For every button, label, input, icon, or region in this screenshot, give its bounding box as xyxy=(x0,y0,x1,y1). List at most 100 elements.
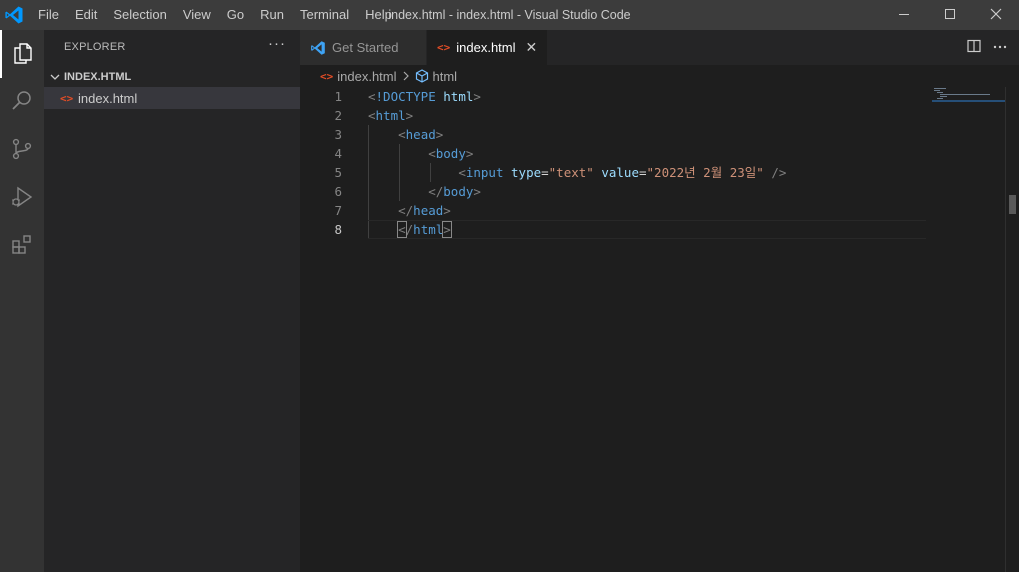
vscode-logo-icon xyxy=(4,5,24,25)
token-punctuation: < xyxy=(458,165,466,180)
menu-bar: File Edit Selection View Go Run Terminal… xyxy=(30,0,400,30)
maximize-icon xyxy=(944,8,956,23)
indent-guide xyxy=(399,163,400,182)
code-line-1: <!DOCTYPE html> xyxy=(368,87,926,106)
token-tag: html xyxy=(413,222,444,237)
current-line-number: 8 xyxy=(334,222,342,237)
token-punctuation: > xyxy=(473,89,481,104)
explorer-icon xyxy=(11,41,35,68)
tab-close-icon[interactable]: ✕ xyxy=(526,39,538,56)
indent-guide xyxy=(368,125,369,144)
maximize-button[interactable] xyxy=(927,0,973,30)
minimap[interactable] xyxy=(932,87,1006,572)
token-tag: body xyxy=(435,146,466,161)
token-punctuation: > xyxy=(405,108,414,123)
split-editor-icon[interactable] xyxy=(967,39,981,56)
vertical-scrollbar[interactable] xyxy=(1005,87,1019,572)
tab-index-html[interactable]: <> index.html ✕ xyxy=(427,30,547,65)
code-editor[interactable]: 1 2 3 4 5 6 7 8 <!DOCTYPE html> <html> <… xyxy=(300,87,1019,572)
tab-label: index.html xyxy=(456,40,516,55)
token-punctuation: > xyxy=(473,184,481,199)
line-number: 7 xyxy=(334,203,342,218)
line-number: 5 xyxy=(334,165,342,180)
search-icon xyxy=(10,89,34,116)
token-punctuation: < xyxy=(368,89,376,104)
code-area[interactable]: <!DOCTYPE html> <html> <head> <body> <in… xyxy=(368,87,926,239)
token-punctuation: </ xyxy=(398,203,414,218)
token-punctuation: < xyxy=(368,108,376,123)
token-tag: html xyxy=(375,108,406,123)
activity-run-debug[interactable] xyxy=(0,174,44,222)
bracket-match-highlight: < xyxy=(397,221,407,238)
token-tag: head xyxy=(405,127,436,142)
activity-search[interactable] xyxy=(0,78,44,126)
menu-help[interactable]: Help xyxy=(357,0,400,30)
menu-file[interactable]: File xyxy=(30,0,67,30)
menu-selection[interactable]: Selection xyxy=(105,0,174,30)
source-control-icon xyxy=(10,137,34,164)
token-punctuation: > xyxy=(443,203,451,218)
activity-source-control[interactable] xyxy=(0,126,44,174)
window-controls xyxy=(881,0,1019,30)
code-line-4: <body> xyxy=(368,144,926,163)
indent-guide xyxy=(368,144,369,163)
code-line-5: <input type="text" value="2022년 2월 23일" … xyxy=(368,163,926,182)
code-line-3: <head> xyxy=(368,125,926,144)
breadcrumb: <> index.html html xyxy=(300,65,1019,87)
menu-edit[interactable]: Edit xyxy=(67,0,105,30)
more-actions-icon[interactable] xyxy=(993,39,1007,56)
menu-terminal[interactable]: Terminal xyxy=(292,0,357,30)
tab-label: Get Started xyxy=(332,40,399,55)
line-number: 6 xyxy=(334,184,342,199)
html-file-icon: <> xyxy=(320,69,334,83)
code-line-6: </body> xyxy=(368,182,926,201)
menu-go[interactable]: Go xyxy=(219,0,252,30)
menu-run[interactable]: Run xyxy=(252,0,292,30)
folder-index-html[interactable]: INDEX.HTML xyxy=(44,66,300,88)
extensions-icon xyxy=(10,233,34,260)
minimize-button[interactable] xyxy=(881,0,927,30)
html-file-icon: <> xyxy=(437,41,451,54)
token-tag: input xyxy=(465,165,504,180)
chevron-down-icon xyxy=(48,70,62,84)
token-punctuation: /> xyxy=(771,165,787,180)
token-equals: = xyxy=(541,165,549,180)
explorer-title: EXPLORER xyxy=(64,41,126,53)
indent-guide xyxy=(368,201,369,220)
token-punctuation: > xyxy=(435,127,444,142)
file-item-index-html[interactable]: <> index.html xyxy=(44,87,300,109)
minimize-icon xyxy=(898,8,910,23)
line-number-gutter: 1 2 3 4 5 6 7 8 xyxy=(300,87,342,239)
tab-get-started[interactable]: Get Started xyxy=(300,30,426,65)
breadcrumb-file[interactable]: index.html xyxy=(337,69,396,84)
editor-tab-bar: Get Started <> index.html ✕ xyxy=(300,30,1019,65)
close-window-button[interactable] xyxy=(973,0,1019,30)
breadcrumb-symbol[interactable]: html xyxy=(433,69,458,84)
more-actions-icon[interactable]: ··· xyxy=(268,35,286,52)
activity-explorer[interactable] xyxy=(0,30,44,78)
token-punctuation: </ xyxy=(428,184,444,199)
indent-guide xyxy=(368,163,369,182)
menu-view[interactable]: View xyxy=(175,0,219,30)
indent-guide xyxy=(430,163,431,182)
token-punctuation: > xyxy=(465,146,474,161)
token-string: "2022년 2월 23일" xyxy=(646,165,764,180)
explorer-sidebar: EXPLORER ··· INDEX.HTML <> index.html xyxy=(44,30,300,572)
html-file-icon: <> xyxy=(60,91,74,105)
line-number: 4 xyxy=(334,146,342,161)
title-bar: File Edit Selection View Go Run Terminal… xyxy=(0,0,1019,30)
vscode-logo-icon xyxy=(310,40,326,56)
scrollbar-thumb[interactable] xyxy=(1009,195,1016,214)
close-icon xyxy=(990,8,1002,23)
token-tag: head xyxy=(413,203,444,218)
token-doctype: !DOCTYPE xyxy=(375,89,436,104)
folder-label: INDEX.HTML xyxy=(64,71,132,83)
token-punctuation: < xyxy=(398,127,406,142)
activity-extensions[interactable] xyxy=(0,222,44,270)
code-line-7: </head> xyxy=(368,201,926,220)
token-punctuation: < xyxy=(428,146,436,161)
